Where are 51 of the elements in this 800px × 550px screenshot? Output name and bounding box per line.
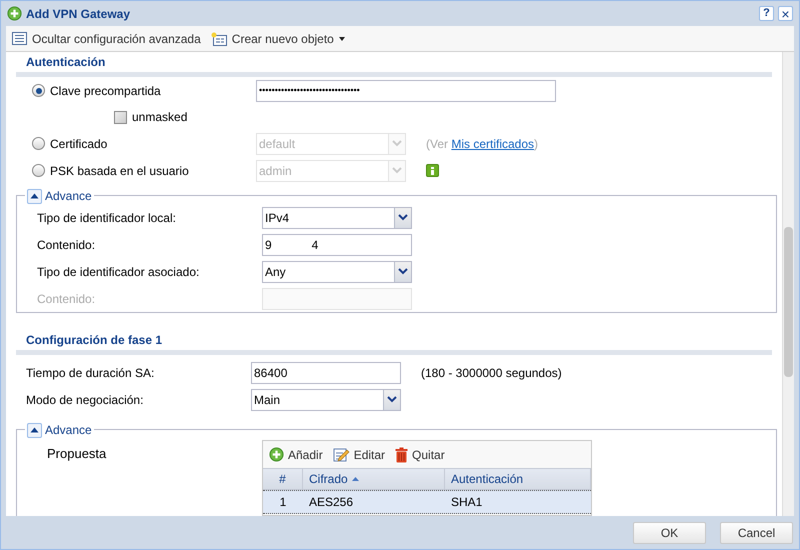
plus-icon [269, 447, 284, 462]
help-button[interactable]: ? [759, 6, 774, 21]
table-action-button[interactable]: Quitar [395, 446, 445, 464]
radio-label: PSK basada en el usuario [50, 162, 189, 180]
password-field[interactable]: •••••••••••••••••••••••••••••••• [256, 80, 556, 102]
toolbar-button[interactable]: Ocultar configuración avanzada [12, 30, 201, 48]
table-cell-text: AES256 [308, 494, 354, 511]
table-cell-text: 1 [278, 494, 288, 511]
pencil-icon [332, 447, 350, 462]
table-action-button[interactable]: Editar [332, 446, 386, 464]
dropdown-field[interactable]: IPv4 [262, 206, 412, 228]
new-object-icon [210, 32, 227, 46]
field-label: Tipo de identificador asociado: [36, 264, 200, 280]
field-label: Propuesta [46, 445, 108, 463]
dropdown-field[interactable]: Any [262, 260, 412, 282]
fieldset-legend: Advance [45, 421, 92, 439]
trash-icon [395, 446, 408, 462]
list-icon [12, 32, 27, 45]
table-row[interactable]: 1 AES256 SHA1 [263, 490, 591, 514]
column-header[interactable]: Autenticación [445, 469, 591, 489]
window-title: Add VPN Gateway [26, 6, 132, 22]
text-input[interactable]: 9 4 [262, 234, 412, 256]
field-label: Tiempo de duración SA: [25, 364, 156, 382]
radio-label: Certificado [50, 136, 108, 152]
field-label: Contenido: [36, 236, 96, 254]
close-button[interactable]: × [778, 6, 793, 21]
radio-button[interactable] [32, 84, 45, 97]
toolbar-button[interactable]: Crear nuevo objeto [210, 30, 345, 48]
checkbox-label: unmasked [132, 109, 188, 126]
range-hint: (180 - 3000000 segundos) [421, 364, 562, 382]
dropdown-field[interactable]: Main [251, 388, 401, 410]
field-label: Modo de negociación: [25, 392, 144, 408]
column-header[interactable]: # [263, 469, 303, 489]
dialog-button[interactable]: Cancel [720, 522, 793, 544]
field-label: Contenido: [36, 290, 96, 308]
column-header[interactable]: Cifrado [303, 469, 445, 489]
fieldset-legend: Advance [45, 187, 92, 205]
dialog-button[interactable]: OK [633, 522, 706, 544]
collapse-toggle-icon[interactable] [27, 422, 42, 438]
plus-icon [7, 6, 22, 21]
sort-ascending-icon [352, 477, 359, 481]
section-title: Autenticación [26, 55, 106, 69]
table-action-button[interactable]: Añadir [269, 446, 323, 464]
radio-label: Clave precompartida [50, 82, 161, 100]
collapse-toggle-icon[interactable] [27, 188, 42, 204]
section-title: Configuración de fase 1 [26, 333, 162, 347]
field-label: Tipo de identificador local: [36, 210, 177, 226]
text-input[interactable]: 86400 [251, 362, 401, 384]
table-cell-text: SHA1 [450, 494, 484, 511]
certificates-note: (Ver Mis certificados) [426, 136, 538, 152]
checkbox[interactable] [114, 110, 127, 124]
